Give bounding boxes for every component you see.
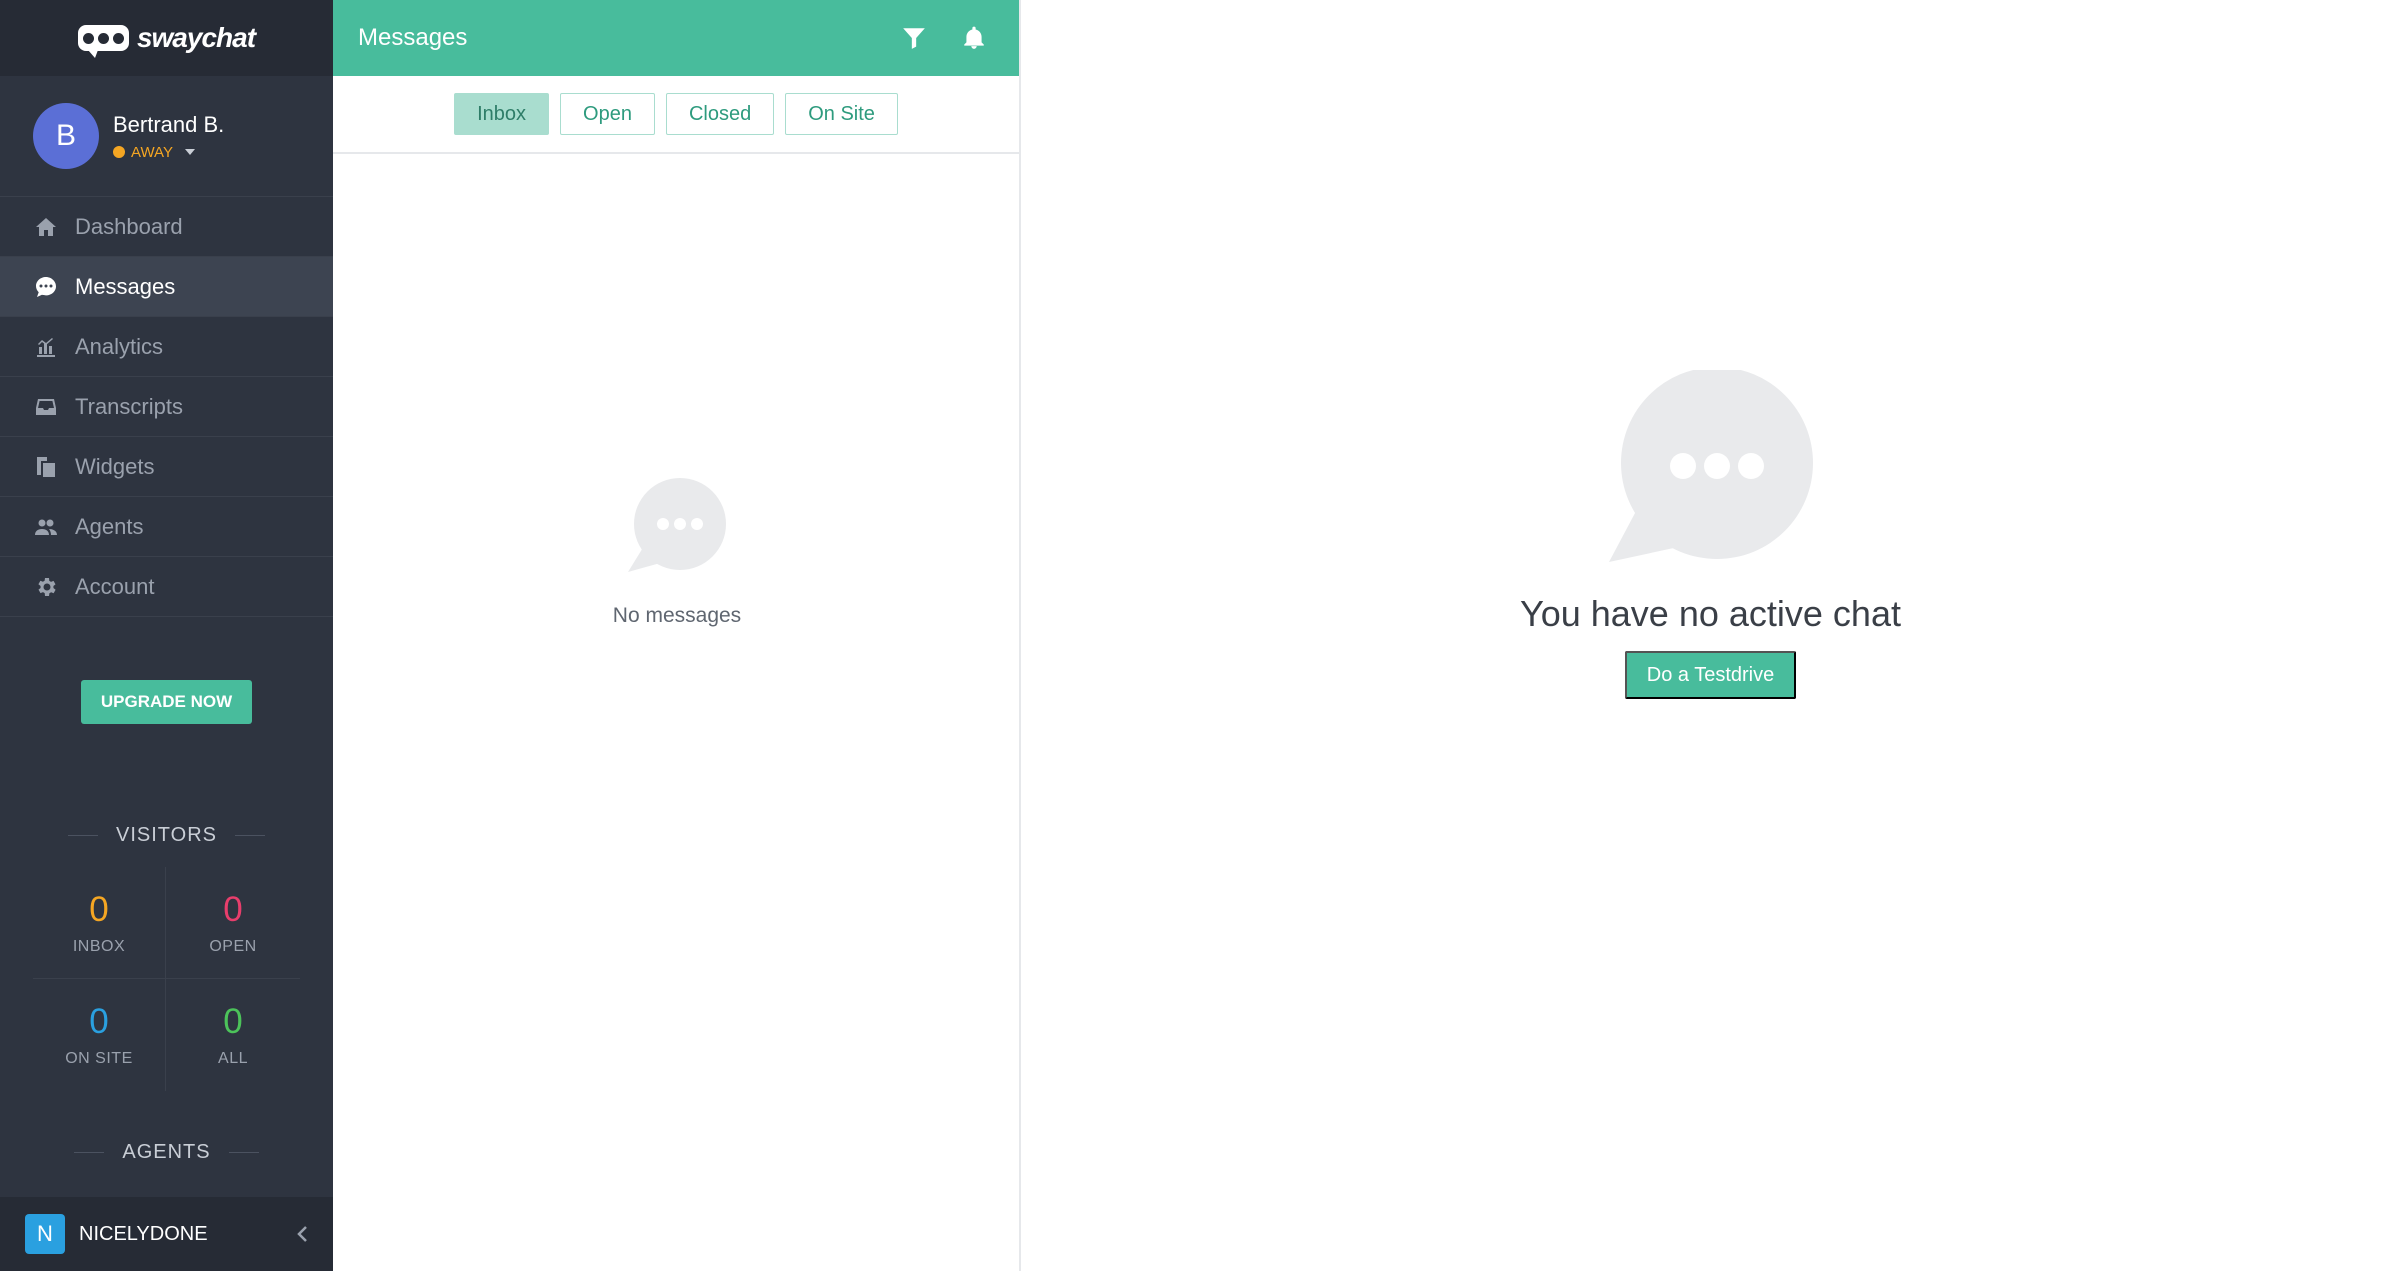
chat-bubble-icon — [628, 478, 726, 572]
home-icon — [33, 214, 59, 240]
avatar[interactable]: B — [33, 103, 99, 169]
nav-item-messages[interactable]: Messages — [0, 257, 333, 317]
page-title: Messages — [358, 24, 468, 51]
user-name: Bertrand B. — [113, 111, 225, 137]
messages-panel: Messages Inbox Open Closed On Site No me… — [333, 0, 1021, 1271]
stat-on-site[interactable]: 0 ON SITE — [33, 979, 166, 1091]
tab-closed[interactable]: Closed — [665, 93, 775, 135]
message-tabs: Inbox Open Closed On Site — [333, 76, 1019, 154]
nav-label: Account — [75, 573, 155, 599]
org-switcher[interactable]: N NICELYDONE — [0, 1197, 333, 1271]
do-a-testdrive-button[interactable]: Do a Testdrive — [1624, 651, 1797, 699]
stat-value: 0 — [223, 1002, 243, 1041]
tab-on-site[interactable]: On Site — [785, 93, 898, 135]
inbox-icon — [33, 394, 59, 420]
empty-messages-state: No messages — [333, 478, 1021, 628]
stat-inbox[interactable]: 0 INBOX — [33, 867, 166, 979]
org-name: NICELYDONE — [79, 1222, 208, 1245]
nav-item-dashboard[interactable]: Dashboard — [0, 197, 333, 257]
bar-chart-icon — [33, 334, 59, 360]
chat-bubble-icon — [1608, 370, 1813, 562]
nav-item-transcripts[interactable]: Transcripts — [0, 377, 333, 437]
nav-item-agents[interactable]: Agents — [0, 497, 333, 557]
status-dot-icon — [113, 146, 125, 158]
stat-label: OPEN — [209, 937, 257, 955]
agents-section-title: AGENTS — [0, 1141, 333, 1164]
tab-inbox[interactable]: Inbox — [454, 93, 550, 135]
stat-value: 0 — [223, 889, 243, 929]
visitor-stats: 0 INBOX 0 OPEN 0 ON SITE 0 ALL — [33, 867, 333, 1091]
bell-icon[interactable] — [954, 18, 994, 58]
filter-icon[interactable] — [894, 18, 934, 58]
stat-open[interactable]: 0 OPEN — [166, 867, 300, 979]
chat-icon — [33, 274, 59, 300]
no-active-chat-title: You have no active chat — [1520, 593, 1901, 634]
visitors-title: VISITORS — [116, 824, 217, 846]
brand-logo[interactable]: swaychat — [0, 0, 333, 76]
nav-label: Widgets — [75, 453, 155, 479]
messages-header: Messages — [333, 0, 1019, 76]
no-active-chat-state: You have no active chat Do a Testdrive — [1021, 370, 2400, 699]
sidebar: swaychat B Bertrand B. AWAY Dashboard Me… — [0, 0, 333, 1271]
widgets-icon — [33, 454, 59, 480]
collapse-sidebar-icon[interactable] — [283, 1214, 323, 1254]
nav-item-analytics[interactable]: Analytics — [0, 317, 333, 377]
upgrade-now-button[interactable]: UPGRADE NOW — [80, 680, 253, 724]
stat-value: 0 — [89, 1002, 109, 1041]
nav-item-widgets[interactable]: Widgets — [0, 437, 333, 497]
caret-down-icon — [184, 149, 195, 155]
nav-label: Dashboard — [75, 213, 183, 239]
nav-item-account[interactable]: Account — [0, 557, 333, 617]
stat-value: 0 — [89, 889, 109, 929]
stat-label: INBOX — [72, 937, 126, 955]
users-icon — [33, 514, 59, 540]
main-nav: Dashboard Messages Analytics Transcripts… — [0, 197, 333, 617]
status-dropdown[interactable]: AWAY — [113, 144, 224, 161]
nav-label: Transcripts — [75, 393, 183, 419]
status-label: AWAY — [131, 143, 173, 161]
stat-all[interactable]: 0 ALL — [166, 979, 300, 1091]
nav-label: Agents — [75, 513, 144, 539]
stat-label: ON SITE — [65, 1050, 133, 1067]
org-badge: N — [25, 1214, 65, 1254]
nav-label: Messages — [75, 273, 176, 299]
brand-name: swaychat — [136, 22, 256, 53]
user-profile[interactable]: B Bertrand B. AWAY — [0, 76, 333, 197]
gear-icon — [33, 574, 59, 600]
chat-area: You have no active chat Do a Testdrive — [1021, 0, 2400, 1271]
visitors-section-title: VISITORS — [0, 824, 333, 847]
agents-title: AGENTS — [122, 1141, 211, 1163]
logo-icon — [77, 25, 129, 58]
tab-open[interactable]: Open — [560, 93, 655, 135]
empty-messages-text: No messages — [612, 604, 742, 627]
nav-label: Analytics — [75, 333, 164, 359]
stat-label: ALL — [218, 1050, 248, 1067]
